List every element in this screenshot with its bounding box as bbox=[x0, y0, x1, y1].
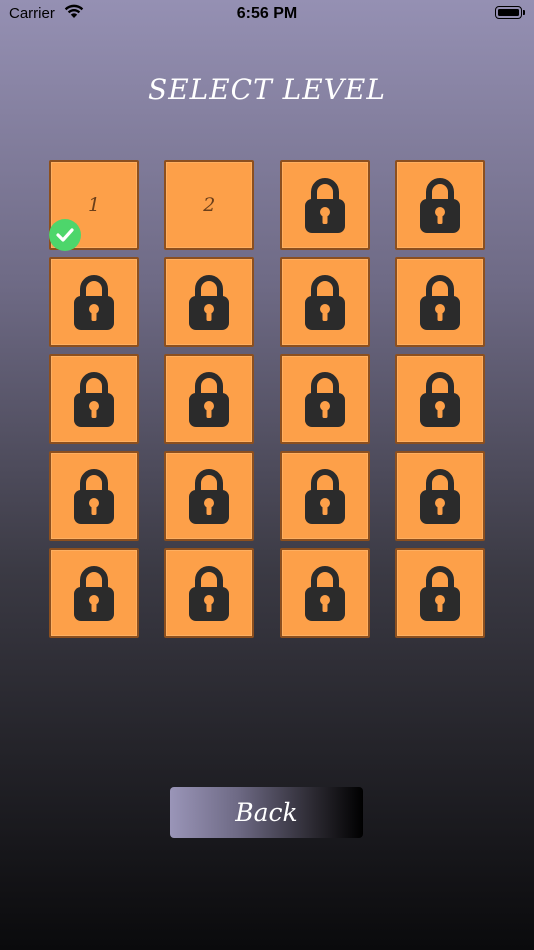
lock-icon bbox=[73, 468, 115, 524]
level-button-18[interactable] bbox=[164, 548, 255, 638]
level-button-13[interactable] bbox=[49, 451, 139, 541]
level-button-17[interactable] bbox=[49, 548, 139, 638]
lock-icon bbox=[188, 274, 230, 330]
lock-icon bbox=[304, 468, 346, 524]
clock-time: 6:56 PM bbox=[236, 5, 298, 22]
lock-icon bbox=[419, 371, 461, 427]
level-button-5[interactable] bbox=[49, 257, 139, 347]
page-title: SELECT LEVEL bbox=[148, 73, 386, 106]
level-button-10[interactable] bbox=[164, 354, 255, 444]
level-button-9[interactable] bbox=[49, 354, 139, 444]
level-button-19[interactable] bbox=[279, 548, 370, 638]
level-button-3[interactable] bbox=[279, 160, 370, 250]
level-button-4[interactable] bbox=[394, 160, 485, 250]
level-button-15[interactable] bbox=[279, 451, 370, 541]
lock-icon bbox=[419, 468, 461, 524]
lock-icon bbox=[188, 371, 230, 427]
back-button[interactable]: Back bbox=[170, 787, 363, 838]
level-number: 2 bbox=[203, 194, 216, 216]
lock-icon bbox=[304, 274, 346, 330]
lock-icon bbox=[304, 565, 346, 621]
level-button-20[interactable] bbox=[394, 548, 485, 638]
level-button-2[interactable]: 2 bbox=[164, 160, 255, 250]
status-bar: Carrier 6:56 PM bbox=[0, 0, 534, 28]
lock-icon bbox=[419, 274, 461, 330]
lock-icon bbox=[73, 565, 115, 621]
level-number: 1 bbox=[87, 194, 101, 216]
level-button-1[interactable]: 1 bbox=[49, 160, 139, 251]
level-button-6[interactable] bbox=[164, 257, 255, 347]
level-button-16[interactable] bbox=[394, 451, 485, 541]
lock-icon bbox=[73, 371, 115, 427]
level-grid: 12 bbox=[49, 160, 485, 638]
level-button-14[interactable] bbox=[164, 451, 255, 541]
lock-icon bbox=[419, 565, 461, 621]
lock-icon bbox=[188, 468, 230, 524]
checkmark-icon bbox=[49, 219, 81, 251]
level-button-11[interactable] bbox=[279, 354, 370, 444]
lock-icon bbox=[188, 565, 230, 621]
lock-icon bbox=[304, 371, 346, 427]
lock-icon bbox=[304, 177, 346, 233]
lock-icon bbox=[73, 274, 115, 330]
level-button-8[interactable] bbox=[394, 257, 485, 347]
level-button-12[interactable] bbox=[394, 354, 485, 444]
level-button-7[interactable] bbox=[279, 257, 370, 347]
battery-icon bbox=[495, 6, 525, 19]
lock-icon bbox=[419, 177, 461, 233]
